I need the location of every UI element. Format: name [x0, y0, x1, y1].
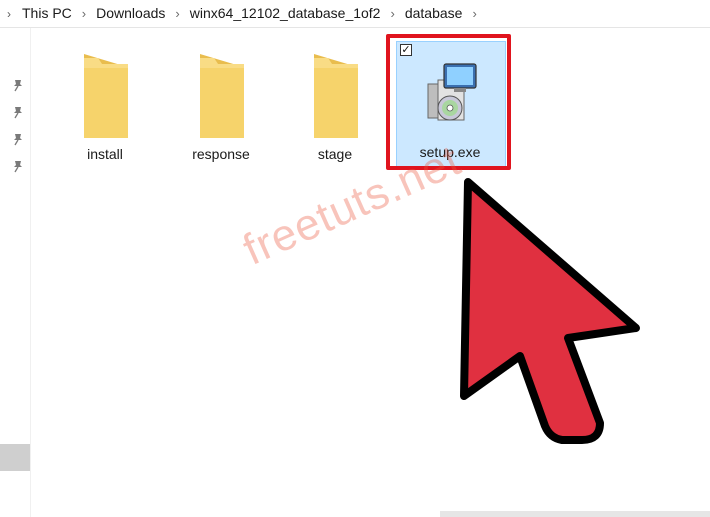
- folder-stage[interactable]: stage: [294, 52, 376, 162]
- folder-icon: [314, 54, 358, 138]
- breadcrumb: › This PC › Downloads › winx64_12102_dat…: [0, 0, 483, 27]
- pin-icon[interactable]: [11, 105, 25, 119]
- breadcrumb-separator-icon[interactable]: ›: [169, 0, 185, 27]
- breadcrumb-separator-icon[interactable]: ›: [384, 0, 400, 27]
- pin-icon[interactable]: [11, 159, 25, 173]
- breadcrumb-separator-icon[interactable]: ›: [76, 0, 92, 27]
- folder-icon: [200, 54, 244, 138]
- nav-selected-item[interactable]: [0, 444, 30, 471]
- status-strip: [440, 511, 710, 517]
- breadcrumb-separator-icon[interactable]: ›: [466, 0, 482, 27]
- breadcrumb-winx64-folder[interactable]: winx64_12102_database_1of2: [186, 0, 385, 27]
- folder-response[interactable]: response: [180, 52, 262, 162]
- arrow-cursor-icon: [460, 178, 640, 444]
- folder-icon: [84, 54, 128, 138]
- breadcrumb-this-pc[interactable]: This PC: [18, 0, 76, 27]
- navigation-pane: [0, 28, 31, 517]
- breadcrumb-downloads[interactable]: Downloads: [92, 0, 169, 27]
- breadcrumb-database[interactable]: database: [401, 0, 467, 27]
- folder-label: stage: [317, 146, 353, 162]
- chevron-right-icon[interactable]: ›: [0, 0, 18, 27]
- pin-icon[interactable]: [11, 78, 25, 92]
- folder-label: install: [87, 146, 123, 162]
- pin-icon[interactable]: [11, 132, 25, 146]
- address-bar: › This PC › Downloads › winx64_12102_dat…: [0, 0, 710, 28]
- folder-install[interactable]: install: [64, 52, 146, 162]
- folder-label: response: [192, 146, 250, 162]
